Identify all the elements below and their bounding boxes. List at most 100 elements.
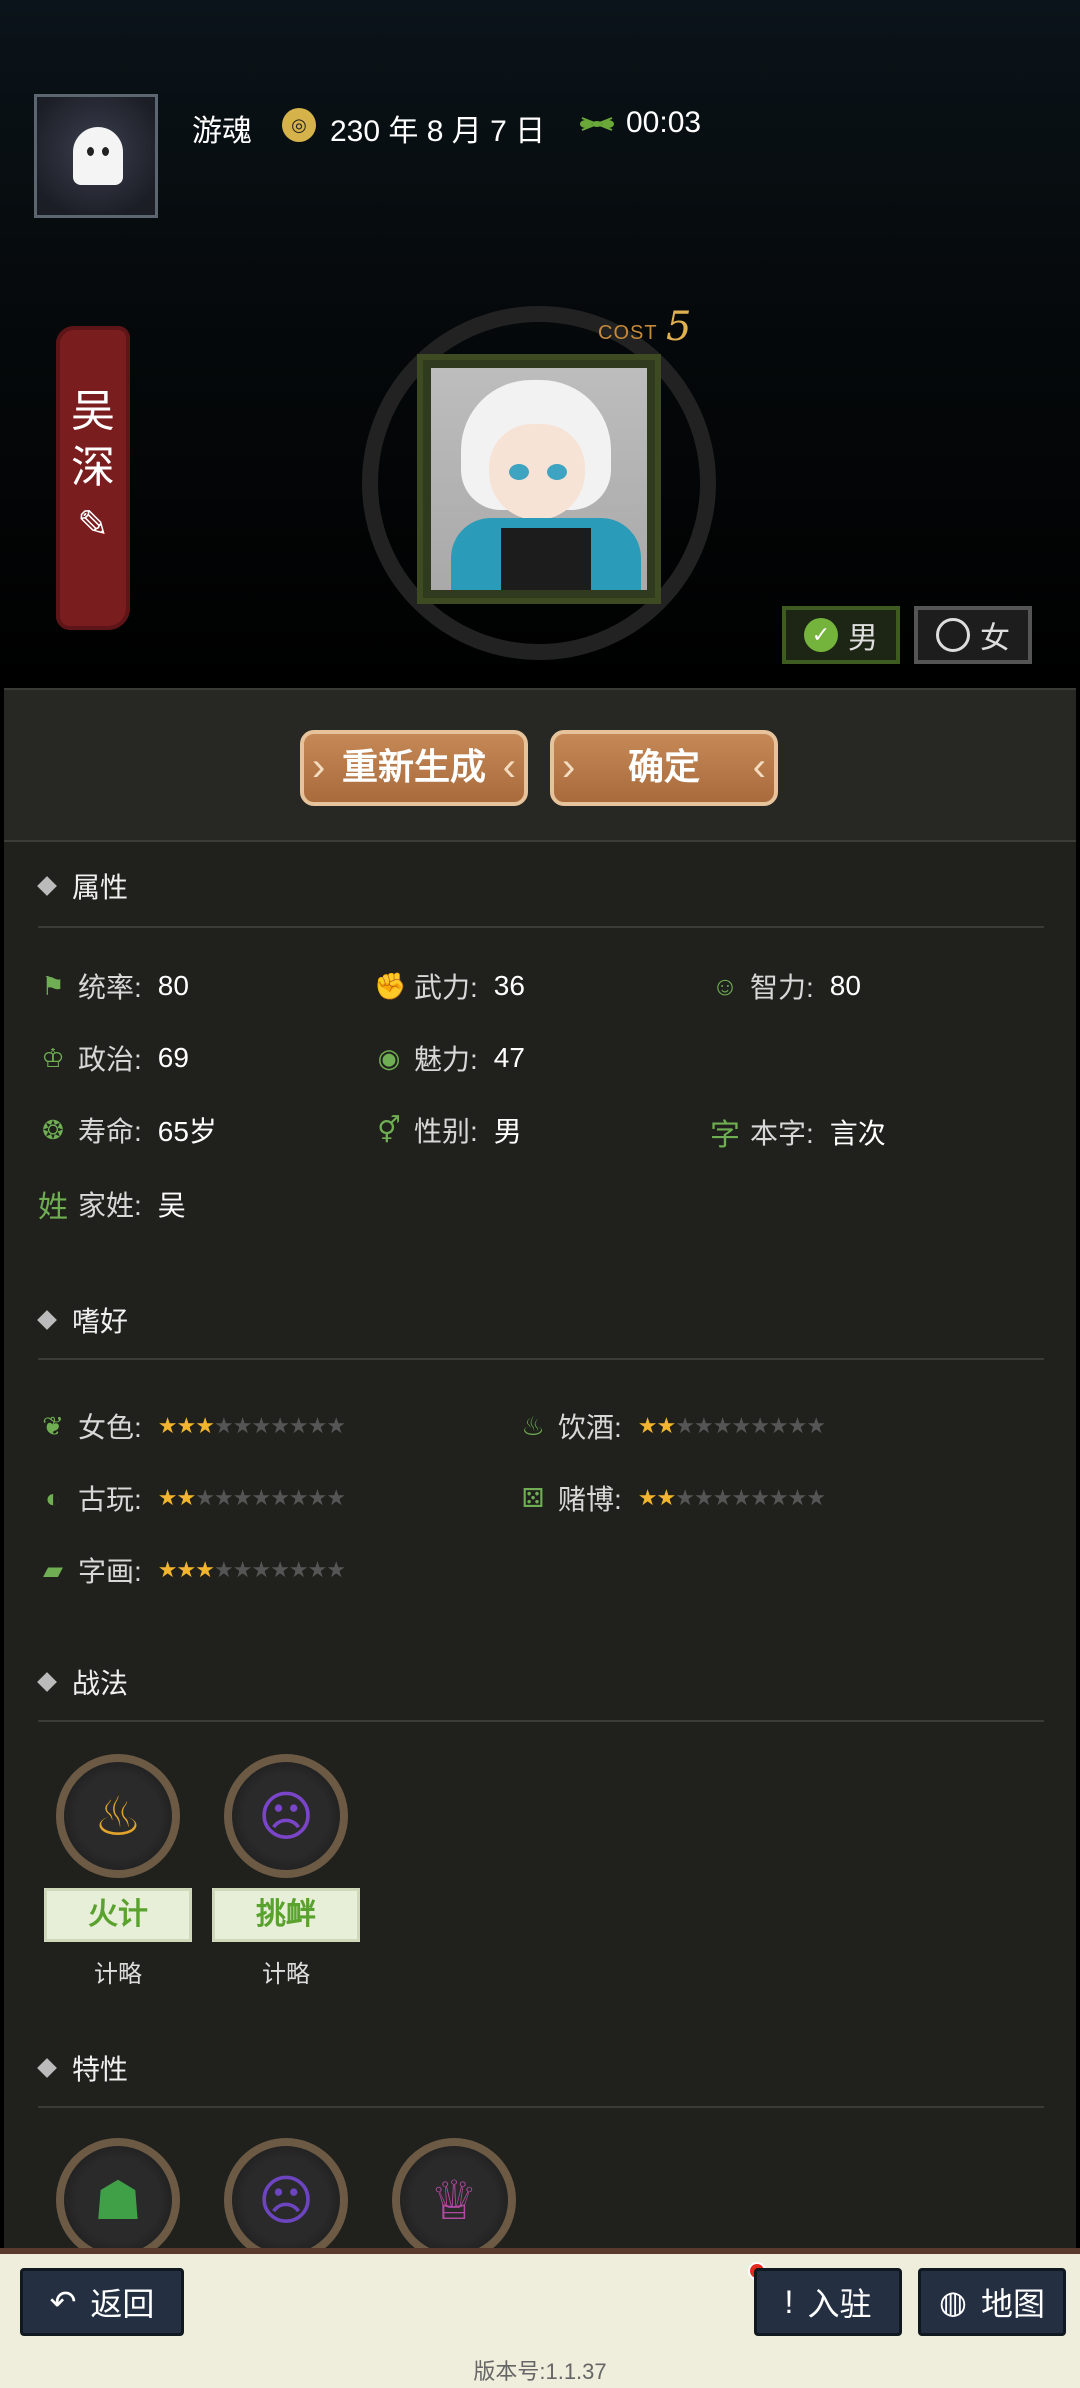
settle-button[interactable]: ! 入驻	[754, 2268, 902, 2336]
star-icon: ★	[195, 1557, 215, 1582]
section-title: 特性	[72, 2054, 129, 2085]
star-icon: ★	[768, 1485, 789, 1510]
scroll-icon: ▰	[43, 1554, 63, 1585]
flag-icon: ⚑	[41, 970, 65, 1001]
trait-kneel[interactable]: ☗	[56, 2138, 180, 2262]
star-icon: ★	[712, 1485, 733, 1510]
map-button[interactable]: ◍ 地图	[918, 2268, 1066, 2336]
dice-icon: ⚄	[521, 1482, 545, 1513]
star-rating: ★ ★ ★ ★ ★ ★ ★ ★ ★ ★	[158, 1485, 346, 1511]
gender-male-toggle[interactable]: ✓ 男	[782, 606, 900, 664]
diamond-icon	[37, 1310, 57, 1330]
star-icon: ★	[656, 1485, 677, 1510]
diamond-icon	[37, 876, 57, 896]
star-icon: ★	[693, 1413, 714, 1438]
star-icon: ★	[768, 1413, 789, 1438]
taunt-icon: ☹	[224, 1754, 348, 1878]
star-icon: ★	[731, 1485, 751, 1510]
gender-female-label: 女	[980, 622, 1010, 655]
section-traits: 特性	[37, 2048, 129, 2088]
star-icon: ★	[176, 1485, 197, 1510]
star-icon: ★	[251, 1557, 271, 1582]
section-title: 战法	[72, 1668, 129, 1699]
back-label: 返回	[90, 2286, 155, 2322]
star-icon: ★	[176, 1413, 197, 1438]
bottle-icon: ♨	[521, 1410, 545, 1441]
seal-icon: ❂	[42, 1114, 64, 1145]
star-icon: ★	[213, 1413, 234, 1438]
star-icon: ★	[288, 1485, 309, 1510]
settle-label: 入驻	[807, 2286, 872, 2322]
zi-icon: 字	[710, 1119, 740, 1152]
star-rating: ★ ★ ★ ★ ★ ★ ★ ★ ★ ★	[638, 1485, 826, 1511]
attr-family-name: 姓 家姓: 吴	[38, 1182, 186, 1226]
star-icon: ★	[232, 1557, 253, 1582]
player-name: 游魂	[192, 115, 252, 148]
star-icon: ★	[251, 1485, 271, 1510]
star-icon: ★	[157, 1557, 178, 1582]
star-icon: ★	[806, 1413, 826, 1438]
tactic-type: 计略	[94, 1961, 142, 1988]
section-hobbies: 嗜好	[37, 1300, 129, 1340]
star-icon: ★	[176, 1557, 197, 1582]
star-icon: ★	[288, 1557, 309, 1582]
arm-icon: ✊	[374, 970, 407, 1001]
star-icon: ★	[326, 1485, 346, 1510]
divider	[38, 1358, 1044, 1360]
section-attributes: 属性	[37, 866, 129, 906]
hobby-women: ❦ 女色: ★ ★ ★ ★ ★ ★ ★ ★ ★ ★	[38, 1406, 346, 1446]
star-icon: ★	[731, 1413, 751, 1438]
radio-empty-icon	[936, 618, 970, 652]
crown-icon: ♔	[41, 1042, 65, 1073]
attr-lifespan: ❂ 寿命: 65岁	[38, 1110, 217, 1150]
character-portrait[interactable]	[417, 354, 661, 604]
diamond-icon	[37, 2058, 57, 2078]
star-icon: ★	[270, 1557, 290, 1582]
star-icon: ★	[326, 1557, 346, 1582]
star-rating: ★ ★ ★ ★ ★ ★ ★ ★ ★ ★	[158, 1413, 346, 1439]
hobby-calligraphy: ▰ 字画: ★ ★ ★ ★ ★ ★ ★ ★ ★ ★	[38, 1550, 346, 1590]
section-title: 属性	[72, 872, 129, 903]
portrait-image	[431, 368, 647, 590]
toast-icon: ♕	[392, 2138, 516, 2262]
game-time: 00:03	[626, 106, 702, 139]
attr-intellect: ☺ 智力: 80	[711, 970, 861, 1003]
back-button[interactable]: ↶ 返回	[20, 2268, 184, 2336]
star-rating: ★ ★ ★ ★ ★ ★ ★ ★ ★ ★	[637, 1413, 826, 1439]
star-icon: ★	[675, 1485, 695, 1510]
divider	[38, 1720, 1044, 1722]
star-icon: ★	[270, 1485, 290, 1510]
gender-female-toggle[interactable]: 女	[914, 606, 1032, 664]
character-panel: 重新生成 确定 属性 ⚑ 统率: 80 ✊ 武力: 36 ☺ 智力: 80 ♔ …	[4, 688, 1076, 2262]
name-banner[interactable]: 吴 深 ✎	[56, 326, 130, 630]
regenerate-button[interactable]: 重新生成	[300, 730, 528, 806]
player-avatar[interactable]	[34, 94, 158, 218]
section-title: 嗜好	[72, 1306, 129, 1337]
trait-toast[interactable]: ♕	[392, 2138, 516, 2262]
confirm-button[interactable]: 确定	[550, 730, 778, 806]
star-icon: ★	[251, 1413, 271, 1438]
star-icon: ★	[213, 1557, 234, 1582]
calendar-seal-icon: ◎	[282, 108, 316, 142]
bottom-bar: ↶ 返回 ! 入驻 ◍ 地图 版本号:1.1.37	[0, 2248, 1080, 2388]
hobby-gambling: ⚄ 赌博: ★ ★ ★ ★ ★ ★ ★ ★ ★ ★	[518, 1478, 826, 1518]
attr-charm: ◉ 魅力: 47	[374, 1038, 525, 1078]
tactic-fire[interactable]: ♨ 火计 计略	[44, 1754, 192, 1989]
kneel-icon: ☗	[56, 2138, 180, 2262]
attr-command: ⚑ 统率: 80	[38, 966, 189, 1006]
gender-icon: ⚥	[377, 1114, 401, 1145]
trait-angry[interactable]: ☹	[224, 2138, 348, 2262]
globe-icon: ◍	[939, 2284, 967, 2320]
tactic-taunt[interactable]: ☹ 挑衅 计略	[212, 1754, 360, 1989]
exclamation-icon: !	[784, 2283, 794, 2320]
name-char: 吴	[71, 386, 115, 437]
star-icon: ★	[637, 1413, 658, 1438]
attr-politics: ♔ 政治: 69	[38, 1038, 189, 1078]
star-icon: ★	[307, 1485, 328, 1510]
star-icon: ★	[307, 1557, 328, 1582]
feather-icon[interactable]: ✎	[56, 502, 130, 547]
star-icon: ★	[750, 1485, 770, 1510]
star-icon: ★	[288, 1413, 309, 1438]
brain-icon: ☺	[711, 970, 739, 1001]
name-char: 深	[71, 442, 115, 493]
